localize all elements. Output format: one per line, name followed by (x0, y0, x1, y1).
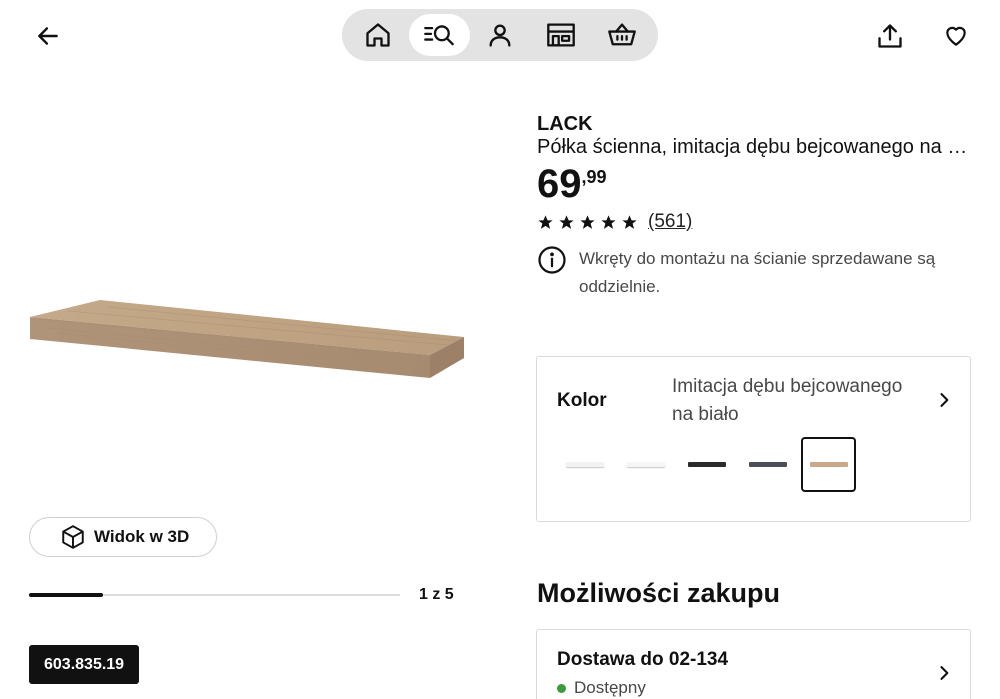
cube-icon (62, 525, 84, 549)
color-swatch-black-brown[interactable] (679, 437, 734, 492)
delivery-title: Dostawa do 02-134 (557, 649, 729, 670)
product-description: Półka ścienna, imitacja dębu bejcowanego… (537, 136, 977, 158)
view-3d-label: Widok w 3D (94, 527, 190, 546)
review-count-link[interactable]: (561) (648, 211, 692, 233)
store-icon (546, 23, 575, 47)
swatch-shelf-thumbnail (565, 462, 604, 467)
status-dot (557, 683, 566, 693)
color-swatch-dark-grey[interactable] (740, 437, 795, 492)
nav-basket[interactable] (591, 14, 652, 56)
info-icon (538, 246, 566, 274)
product-rating[interactable]: (561) (537, 211, 692, 233)
share-icon (878, 24, 902, 48)
main-nav (342, 9, 658, 61)
product-image[interactable] (28, 295, 468, 385)
star-icon (580, 214, 595, 229)
swatch-shelf-thumbnail (626, 462, 665, 467)
nav-home[interactable] (348, 14, 409, 56)
nav-search[interactable] (408, 14, 470, 56)
color-swatch-white[interactable] (557, 437, 612, 492)
purchase-options-title: Możliwości zakupu (537, 578, 781, 608)
product-name: LACK (537, 113, 593, 135)
nav-stores[interactable] (530, 14, 591, 56)
gallery-page-counter: 1 z 5 (419, 586, 454, 603)
arrow-left-icon (38, 27, 58, 45)
delivery-status: Dostępny (557, 678, 646, 698)
color-label: Kolor (557, 390, 607, 411)
swatch-shelf-thumbnail (687, 462, 726, 467)
gallery-progress-fill (29, 593, 104, 597)
rating-stars (537, 214, 638, 231)
notice-text: Wkręty do montażu na ścianie sprzedawane… (579, 249, 936, 296)
color-selector[interactable]: Kolor Imitacja dębu bejcowanego na biało (536, 356, 971, 522)
price-decimal: ,99 (581, 167, 607, 187)
color-swatches (557, 437, 856, 492)
nav-profile[interactable] (470, 14, 531, 56)
color-swatch-white-2[interactable] (618, 437, 673, 492)
delivery-chevron[interactable] (934, 663, 954, 688)
gallery-progress (29, 593, 400, 597)
product-price: 69 ,99 (537, 161, 607, 207)
delivery-status-text: Dostępny (574, 678, 646, 697)
color-swatch-white-stained-oak[interactable] (801, 437, 856, 492)
top-actions (872, 18, 974, 54)
swatch-shelf-thumbnail (748, 462, 787, 467)
star-icon (538, 214, 553, 229)
view-3d-button[interactable]: Widok w 3D (29, 517, 217, 557)
profile-icon (489, 24, 511, 47)
home-icon (366, 23, 391, 47)
swatch-shelf-thumbnail (809, 462, 848, 467)
basket-icon (607, 23, 636, 46)
mounting-notice: Wkręty do montażu na ścianie sprzedawane… (537, 245, 957, 301)
star-icon (622, 214, 637, 229)
back-button[interactable] (30, 18, 66, 54)
price-main: 69 (537, 162, 582, 206)
chevron-right-icon (940, 393, 949, 407)
color-value: Imitacja dębu bejcowanego na biało (672, 376, 903, 425)
color-chevron[interactable] (934, 390, 954, 415)
star-icon (559, 214, 574, 229)
search-list-icon (424, 25, 455, 46)
heart-icon (946, 26, 966, 46)
favourite-button[interactable] (938, 18, 974, 54)
star-icon (601, 214, 616, 229)
delivery-option[interactable]: Dostawa do 02-134 Dostępny (536, 629, 971, 699)
chevron-right-icon (940, 666, 949, 680)
article-number-badge[interactable]: 603.835.19 (29, 645, 140, 684)
share-button[interactable] (872, 18, 908, 54)
